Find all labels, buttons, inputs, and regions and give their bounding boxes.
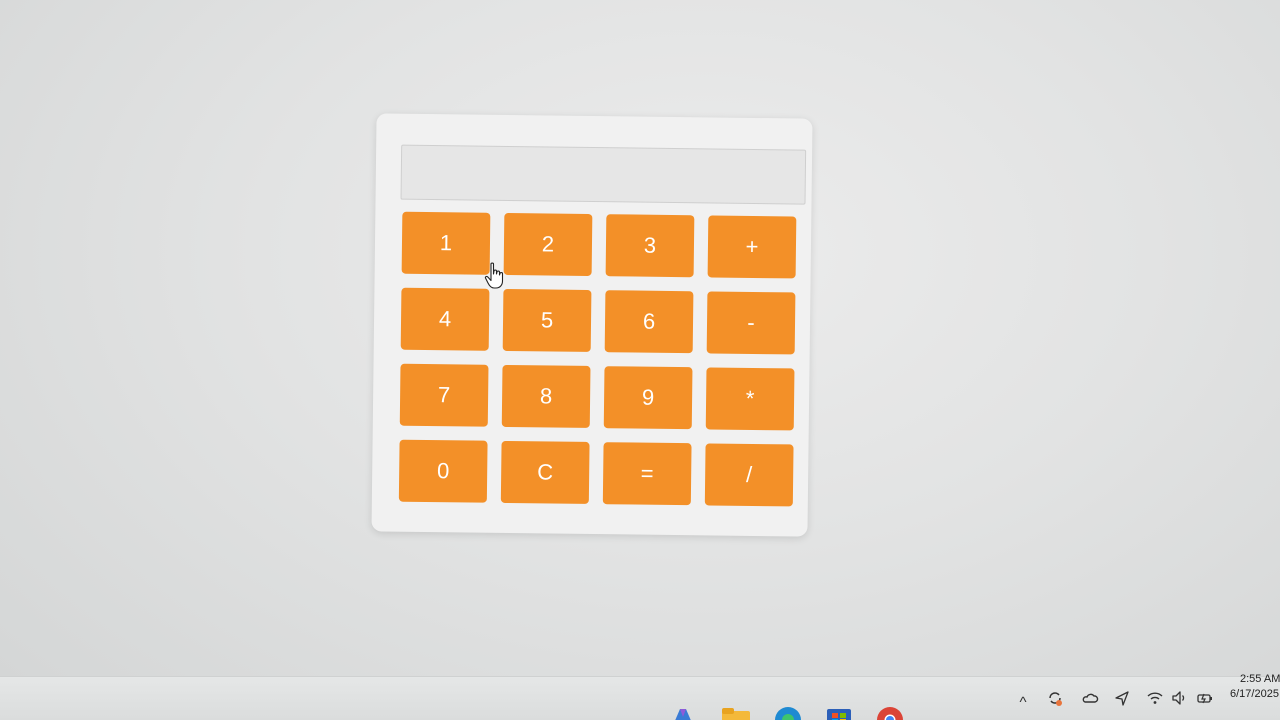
- onedrive-cloud-icon[interactable]: [1081, 689, 1099, 707]
- key-multiply[interactable]: *: [705, 367, 795, 431]
- key-9[interactable]: 9: [603, 366, 693, 430]
- key-equals[interactable]: =: [602, 442, 692, 506]
- chrome-icon[interactable]: [875, 705, 905, 720]
- desktop: 1 2 3 + 4 5 6 - 7 8 9 * 0 C = / ^ 2:55 A…: [0, 0, 1280, 720]
- key-5[interactable]: 5: [502, 288, 592, 352]
- key-6[interactable]: 6: [604, 290, 694, 354]
- key-0[interactable]: 0: [398, 439, 488, 503]
- battery-icon[interactable]: [1196, 689, 1214, 707]
- volume-icon[interactable]: [1170, 689, 1188, 707]
- key-divide[interactable]: /: [704, 443, 794, 507]
- key-7[interactable]: 7: [399, 363, 489, 427]
- sync-icon[interactable]: [1046, 689, 1064, 707]
- key-1[interactable]: 1: [401, 211, 491, 275]
- microsoft-store-icon[interactable]: [824, 705, 854, 720]
- key-add[interactable]: +: [707, 215, 797, 279]
- wifi-icon[interactable]: [1146, 689, 1164, 707]
- taskbar-clock-date[interactable]: 6/17/2025: [1230, 688, 1279, 700]
- key-4[interactable]: 4: [400, 287, 490, 351]
- file-explorer-icon[interactable]: [721, 705, 751, 720]
- edge-browser-icon[interactable]: [773, 705, 803, 720]
- chevron-up-icon[interactable]: ^: [1014, 694, 1032, 712]
- key-3[interactable]: 3: [605, 214, 695, 278]
- key-2[interactable]: 2: [503, 212, 593, 276]
- calculator-keypad: 1 2 3 + 4 5 6 - 7 8 9 * 0 C = /: [398, 211, 797, 513]
- copilot-icon[interactable]: [668, 705, 698, 720]
- hand-pointer-icon: [484, 262, 504, 289]
- location-icon[interactable]: [1113, 689, 1131, 707]
- taskbar-clock-time[interactable]: 2:55 AM: [1240, 673, 1280, 685]
- calculator-display[interactable]: [400, 144, 807, 205]
- key-8[interactable]: 8: [501, 364, 591, 428]
- calculator-panel: 1 2 3 + 4 5 6 - 7 8 9 * 0 C = /: [371, 113, 813, 537]
- key-subtract[interactable]: -: [706, 291, 796, 355]
- key-clear[interactable]: C: [500, 440, 590, 504]
